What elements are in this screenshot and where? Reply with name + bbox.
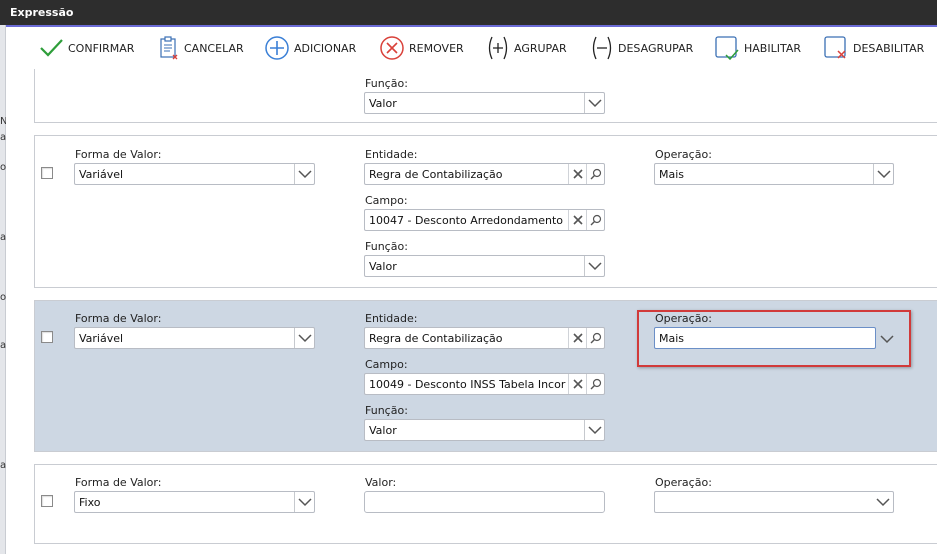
search-icon[interactable] (586, 164, 604, 184)
window-titlebar[interactable]: Expressão (0, 0, 937, 25)
group-button[interactable]: AGRUPAR (486, 35, 567, 61)
row-checkbox[interactable] (41, 331, 53, 343)
campo-label: Campo: (365, 358, 408, 371)
expression-row: Forma de Valor: Fixo Valor: Operação: (34, 464, 937, 544)
search-icon[interactable] (586, 210, 604, 230)
expression-row: Forma de Valor: Variável Entidade: Regra… (34, 135, 937, 288)
entidade-value: Regra de Contabilização (369, 168, 503, 181)
chevron-down-icon[interactable] (584, 420, 604, 440)
disable-label: DESABILITAR (853, 41, 925, 55)
enable-label: HABILITAR (744, 41, 801, 55)
campo-value: 10047 - Desconto Arredondamento Saldo (369, 214, 566, 227)
forma-valor-select[interactable]: Variável (74, 163, 315, 185)
chevron-down-icon[interactable] (294, 164, 314, 184)
funcao-select[interactable]: Valor (364, 92, 605, 114)
clear-icon[interactable] (568, 210, 586, 230)
operacao-value: Mais (659, 168, 685, 181)
forma-valor-value: Variável (79, 168, 124, 181)
operacao-select[interactable]: Mais (654, 163, 894, 185)
confirm-button[interactable]: CONFIRMAR (38, 35, 134, 61)
funcao-label: Função: (365, 240, 408, 253)
chevron-down-icon[interactable] (873, 492, 893, 512)
funcao-value: Valor (369, 260, 397, 273)
ungroup-parentheses-icon (590, 35, 614, 61)
cancel-label: CANCELAR (184, 41, 244, 55)
chevron-down-icon[interactable] (584, 93, 604, 113)
plus-circle-icon (264, 35, 290, 61)
funcao-label: Função: (365, 404, 408, 417)
valor-input[interactable] (364, 491, 605, 513)
search-icon[interactable] (586, 374, 604, 394)
cancel-button[interactable]: CANCELAR (158, 35, 244, 61)
operacao-label: Operação: (655, 476, 712, 489)
annotation-highlight-box (637, 310, 911, 367)
forma-valor-value: Fixo (79, 496, 101, 509)
forma-valor-select[interactable]: Fixo (74, 491, 315, 513)
funcao-select[interactable]: Valor (364, 255, 605, 277)
operacao-label: Operação: (655, 148, 712, 161)
confirm-label: CONFIRMAR (68, 41, 135, 55)
disable-button[interactable]: DESABILITAR (823, 35, 924, 61)
forma-valor-label: Forma de Valor: (75, 312, 162, 325)
clear-icon[interactable] (568, 328, 586, 348)
valor-label: Valor: (365, 476, 397, 489)
operacao-select[interactable] (654, 491, 894, 513)
funcao-value: Valor (369, 424, 397, 437)
campo-lookup[interactable]: 10047 - Desconto Arredondamento Saldo (364, 209, 605, 231)
checkmark-icon (38, 36, 64, 60)
checkbox-check-icon (714, 35, 740, 61)
forma-valor-select[interactable]: Variável (74, 327, 315, 349)
clear-icon[interactable] (568, 374, 586, 394)
forma-valor-label: Forma de Valor: (75, 148, 162, 161)
chevron-down-icon[interactable] (294, 492, 314, 512)
chevron-down-icon[interactable] (873, 164, 893, 184)
clipboard-cancel-icon (158, 35, 180, 61)
clear-icon[interactable] (568, 164, 586, 184)
ungroup-label: DESAGRUPAR (618, 41, 694, 55)
add-label: ADICIONAR (294, 41, 357, 55)
remove-label: REMOVER (409, 41, 464, 55)
entidade-label: Entidade: (365, 148, 418, 161)
checkbox-x-icon (823, 35, 849, 61)
row-checkbox[interactable] (41, 495, 53, 507)
funcao-value: Valor (369, 97, 397, 110)
enable-button[interactable]: HABILITAR (714, 35, 801, 61)
x-circle-icon (379, 35, 405, 61)
group-label: AGRUPAR (514, 41, 567, 55)
remove-button[interactable]: REMOVER (379, 35, 464, 61)
expression-row: Função: Valor (34, 69, 937, 123)
search-icon[interactable] (586, 328, 604, 348)
window-title: Expressão (10, 6, 74, 19)
campo-value: 10049 - Desconto INSS Tabela Incorreta (369, 378, 566, 391)
funcao-label: Função: (365, 77, 408, 90)
toolbar: CONFIRMAR CANCELAR ADICIONAR REMOVER AGR… (6, 27, 937, 69)
campo-lookup[interactable]: 10049 - Desconto INSS Tabela Incorreta (364, 373, 605, 395)
entidade-label: Entidade: (365, 312, 418, 325)
expression-rows-panel: Função: Valor Forma de Valor: Variável E… (6, 69, 937, 554)
entidade-lookup[interactable]: Regra de Contabilização (364, 327, 605, 349)
forma-valor-label: Forma de Valor: (75, 476, 162, 489)
add-button[interactable]: ADICIONAR (264, 35, 356, 61)
ungroup-button[interactable]: DESAGRUPAR (590, 35, 693, 61)
entidade-lookup[interactable]: Regra de Contabilização (364, 163, 605, 185)
funcao-select[interactable]: Valor (364, 419, 605, 441)
group-parentheses-icon (486, 35, 510, 61)
chevron-down-icon[interactable] (294, 328, 314, 348)
row-checkbox[interactable] (41, 167, 53, 179)
forma-valor-value: Variável (79, 332, 124, 345)
entidade-value: Regra de Contabilização (369, 332, 503, 345)
chevron-down-icon[interactable] (584, 256, 604, 276)
campo-label: Campo: (365, 194, 408, 207)
